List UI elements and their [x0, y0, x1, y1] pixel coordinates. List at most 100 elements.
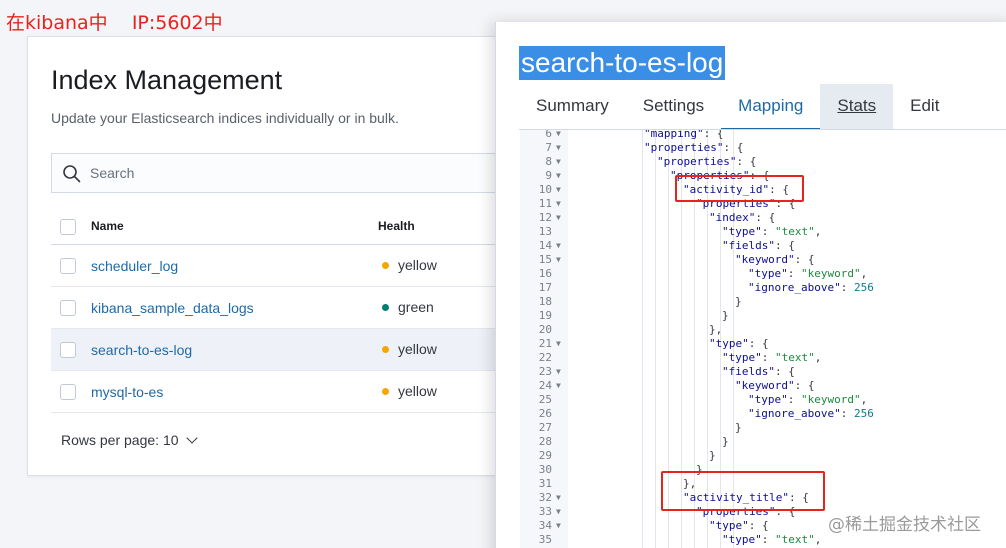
- health-label: green: [398, 299, 434, 315]
- code-text: "ignore_above": 256: [748, 281, 874, 294]
- table-row[interactable]: search-to-es-log yellow: [51, 329, 521, 371]
- search-input[interactable]: [90, 154, 510, 192]
- index-name-link[interactable]: kibana_sample_data_logs: [91, 300, 254, 316]
- code-line: 28}: [520, 435, 1006, 449]
- line-number: 11: [538, 197, 552, 210]
- code-text: "type": "text",: [722, 533, 822, 546]
- code-text: "ignore_above": 256: [748, 407, 874, 420]
- code-text: "type": "keyword",: [748, 393, 868, 406]
- code-text: "type": "text",: [722, 351, 822, 364]
- health-dot-icon: [382, 346, 389, 353]
- code-text: }: [735, 421, 742, 434]
- line-number: 9: [545, 169, 552, 182]
- row-checkbox[interactable]: [60, 258, 76, 274]
- fold-arrow-icon[interactable]: ▼: [556, 491, 561, 505]
- line-number: 27: [538, 421, 552, 434]
- code-line: 18}: [520, 295, 1006, 309]
- line-number: 14: [538, 239, 552, 252]
- code-text: "keyword": {: [735, 379, 815, 392]
- fold-arrow-icon[interactable]: ▼: [556, 519, 561, 533]
- line-number: 12: [538, 211, 552, 224]
- index-name-link[interactable]: mysql-to-es: [91, 384, 163, 400]
- code-line: 24 ▼ "keyword": {: [520, 379, 1006, 393]
- fold-arrow-icon[interactable]: ▼: [556, 365, 561, 379]
- table-row[interactable]: scheduler_log yellow: [51, 245, 521, 287]
- line-number: 35: [538, 533, 552, 546]
- line-number: 10: [538, 183, 552, 196]
- code-text: "properties": {: [657, 155, 757, 168]
- row-checkbox[interactable]: [60, 342, 76, 358]
- code-text: "type": "text",: [722, 225, 822, 238]
- fold-arrow-icon[interactable]: ▼: [556, 130, 561, 141]
- table-row[interactable]: mysql-to-es yellow: [51, 371, 521, 413]
- code-text: "mapping": {: [644, 130, 724, 140]
- fold-arrow-icon[interactable]: ▼: [556, 141, 561, 155]
- health-status: yellow: [382, 341, 437, 357]
- tab-summary[interactable]: Summary: [519, 84, 626, 130]
- row-checkbox[interactable]: [60, 300, 76, 316]
- index-name-link[interactable]: scheduler_log: [91, 258, 178, 274]
- rows-per-page-button[interactable]: Rows per page: 10: [61, 432, 198, 448]
- column-header-name[interactable]: Name: [91, 219, 124, 233]
- code-line: 8 ▼ "properties": {: [520, 155, 1006, 169]
- fold-arrow-icon[interactable]: ▼: [556, 337, 561, 351]
- column-header-health[interactable]: Health: [378, 219, 415, 233]
- rows-per-page-label: Rows per page: 10: [61, 432, 179, 448]
- fold-arrow-icon[interactable]: ▼: [556, 239, 561, 253]
- health-label: yellow: [398, 341, 437, 357]
- code-line: 15 ▼ "keyword": {: [520, 253, 1006, 267]
- search-box: [51, 153, 521, 193]
- fold-arrow-icon[interactable]: ▼: [556, 155, 561, 169]
- code-line: 6 ▼ "mapping": {: [520, 130, 1006, 141]
- fold-arrow-icon[interactable]: ▼: [556, 505, 561, 519]
- line-number: 16: [538, 267, 552, 280]
- flyout-title: search-to-es-log: [519, 46, 726, 80]
- line-number: 6: [545, 130, 552, 140]
- line-number: 32: [538, 491, 552, 504]
- code-line: 14 ▼ "fields": {: [520, 239, 1006, 253]
- code-text: }: [709, 449, 716, 462]
- line-number: 24: [538, 379, 552, 392]
- chevron-down-icon: [185, 432, 198, 444]
- health-label: yellow: [398, 257, 437, 273]
- health-dot-icon: [382, 262, 389, 269]
- tab-stats[interactable]: Stats: [820, 84, 894, 130]
- health-status: yellow: [382, 257, 437, 273]
- code-line: 26 "ignore_above": 256: [520, 407, 1006, 421]
- code-line: 17 "ignore_above": 256: [520, 281, 1006, 295]
- line-number: 31: [538, 477, 552, 490]
- line-number: 33: [538, 505, 552, 518]
- code-text: },: [709, 323, 723, 336]
- line-number: 18: [538, 295, 552, 308]
- page-title: Index Management: [51, 65, 283, 95]
- row-checkbox[interactable]: [60, 384, 76, 400]
- fold-arrow-icon[interactable]: ▼: [556, 183, 561, 197]
- tab-mapping[interactable]: Mapping: [721, 84, 821, 130]
- fold-arrow-icon[interactable]: ▼: [556, 197, 561, 211]
- indices-table: Name Health scheduler_log yellow kibana_sa…: [51, 207, 521, 413]
- fold-arrow-icon[interactable]: ▼: [556, 379, 561, 393]
- code-line: 12 ▼ "index": {: [520, 211, 1006, 225]
- fold-arrow-icon[interactable]: ▼: [556, 211, 561, 225]
- highlight-box-activity-id: [675, 175, 804, 202]
- code-line: 16 "type": "keyword",: [520, 267, 1006, 281]
- annotation-text: 在kibana中 IP:5602中: [6, 12, 223, 34]
- line-number: 34: [538, 519, 552, 532]
- code-text: "fields": {: [722, 365, 795, 378]
- tab-edit-settings[interactable]: Edit settings: [893, 84, 1006, 159]
- watermark: @稀土掘金技术社区: [828, 515, 981, 535]
- code-line: 20},: [520, 323, 1006, 337]
- line-number: 13: [538, 225, 552, 238]
- table-row[interactable]: kibana_sample_data_logs green: [51, 287, 521, 329]
- select-all-checkbox[interactable]: [60, 219, 76, 235]
- code-text: "fields": {: [722, 239, 795, 252]
- line-number: 30: [538, 463, 552, 476]
- code-line: 27}: [520, 421, 1006, 435]
- tab-settings[interactable]: Settings: [626, 84, 721, 130]
- fold-arrow-icon[interactable]: ▼: [556, 169, 561, 183]
- code-line: 22 "type": "text",: [520, 351, 1006, 365]
- index-name-link[interactable]: search-to-es-log: [91, 342, 192, 358]
- code-line: 29}: [520, 449, 1006, 463]
- index-management-panel: Index Management Update your Elasticsear…: [27, 36, 547, 476]
- fold-arrow-icon[interactable]: ▼: [556, 253, 561, 267]
